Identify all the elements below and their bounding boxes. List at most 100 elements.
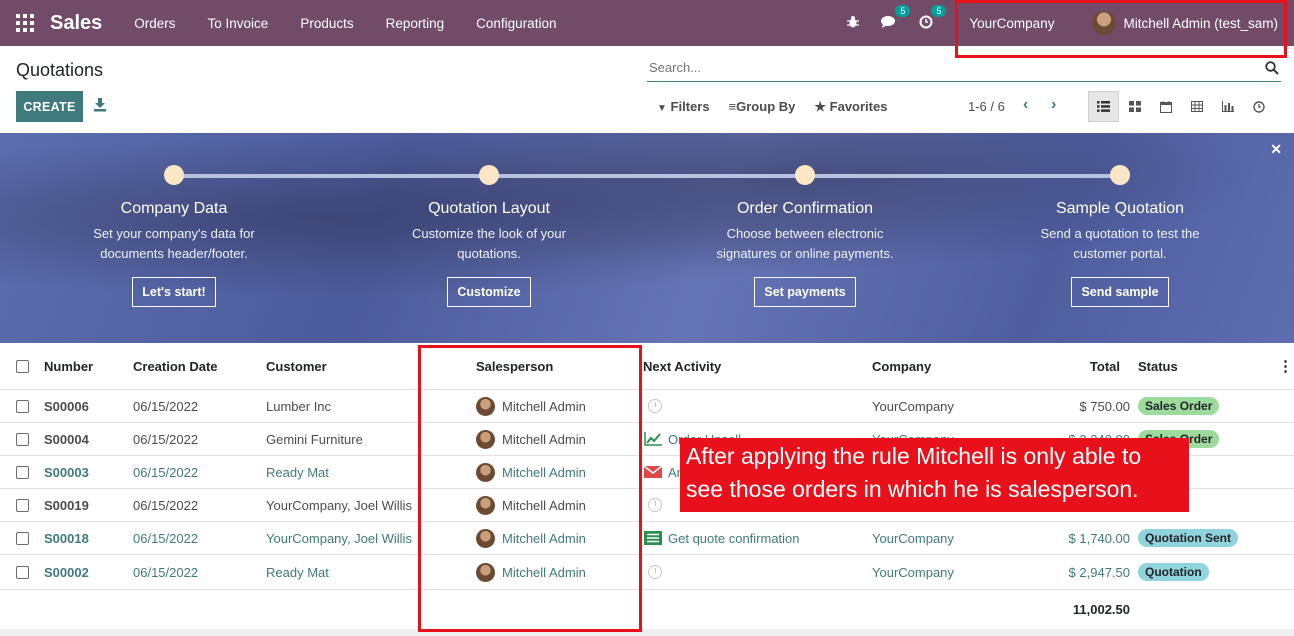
- menu-products[interactable]: Products: [300, 16, 353, 31]
- search-input[interactable]: [647, 55, 1247, 75]
- table-row[interactable]: S00018 06/15/2022 YourCompany, Joel Will…: [0, 521, 1294, 554]
- order-number: S00002: [44, 564, 89, 580]
- step-title: Sample Quotation: [1055, 200, 1185, 217]
- kanban-view-icon[interactable]: [1119, 91, 1150, 122]
- activity-view-icon[interactable]: [1243, 91, 1274, 122]
- step-description: Choose between electronic signatures or o…: [716, 226, 894, 261]
- column-customer[interactable]: Customer: [266, 343, 327, 389]
- next-activity[interactable]: [648, 555, 662, 589]
- column-creation-date[interactable]: Creation Date: [133, 343, 218, 389]
- onboarding-progress-line: [174, 174, 1120, 178]
- menu-reporting[interactable]: Reporting: [386, 16, 445, 31]
- column-next-activity[interactable]: Next Activity: [643, 343, 721, 389]
- order-number: S00018: [44, 530, 89, 546]
- filters-button[interactable]: ▼ Filters: [657, 99, 710, 115]
- row-checkbox[interactable]: [16, 399, 29, 413]
- column-number[interactable]: Number: [44, 343, 93, 389]
- column-status[interactable]: Status: [1138, 343, 1178, 389]
- creation-date: 06/15/2022: [133, 431, 199, 447]
- lets-start-button[interactable]: Let's start!: [132, 277, 216, 307]
- download-icon[interactable]: [94, 98, 106, 112]
- star-icon: ★: [814, 99, 827, 114]
- activity-clock-icon[interactable]: [648, 565, 662, 579]
- favorites-button[interactable]: ★ Favorites: [814, 99, 887, 115]
- page-title: Quotations: [16, 60, 104, 80]
- graph-view-icon[interactable]: [1212, 91, 1243, 122]
- pivot-view-icon[interactable]: [1181, 91, 1212, 122]
- activities-badge: 5: [931, 4, 947, 17]
- next-activity[interactable]: Get quote confirmation: [644, 522, 800, 554]
- onboarding-step-company-data: Company Data Set your company's data for…: [34, 163, 314, 307]
- pager-previous-icon[interactable]: ‹: [1023, 96, 1028, 114]
- filters-label: Filters: [670, 99, 710, 114]
- view-switcher: [1088, 91, 1274, 122]
- company: YourCompany: [872, 398, 954, 414]
- highlight-user-box: [955, 0, 1287, 58]
- next-activity[interactable]: [648, 390, 662, 422]
- company: YourCompany: [872, 530, 954, 546]
- list-view-icon[interactable]: [1088, 91, 1119, 122]
- status-badge: Quotation: [1138, 563, 1209, 581]
- app-name[interactable]: Sales: [50, 12, 102, 35]
- select-all-checkbox[interactable]: [16, 359, 29, 373]
- order-number: S00004: [44, 431, 89, 447]
- page-bottom-strip: [0, 629, 1294, 636]
- creation-date: 06/15/2022: [133, 464, 199, 480]
- table-row[interactable]: S00006 06/15/2022 Lumber Inc Mitchell Ad…: [0, 389, 1294, 422]
- step-dot: [164, 165, 184, 185]
- document-lines-icon: [644, 531, 662, 545]
- row-checkbox[interactable]: [16, 498, 29, 512]
- activity-clock-icon[interactable]: [648, 498, 662, 512]
- menu-orders[interactable]: Orders: [134, 16, 175, 31]
- column-company[interactable]: Company: [872, 343, 931, 389]
- customer: YourCompany, Joel Willis: [266, 530, 412, 546]
- optional-columns-icon[interactable]: ⋮: [1278, 343, 1293, 389]
- messages-icon[interactable]: 5: [881, 5, 911, 31]
- step-description: Send a quotation to test the customer por…: [1040, 226, 1200, 261]
- highlight-salesperson-column: [418, 345, 642, 632]
- creation-date: 06/15/2022: [133, 398, 199, 414]
- step-dot: [795, 165, 815, 185]
- messages-badge: 5: [895, 5, 911, 17]
- debug-bug-icon[interactable]: [847, 15, 860, 31]
- company: YourCompany: [872, 564, 954, 580]
- step-dot: [1110, 165, 1130, 185]
- calendar-view-icon[interactable]: [1150, 91, 1181, 122]
- activity-clock-icon[interactable]: [648, 399, 662, 413]
- column-total[interactable]: Total: [1060, 343, 1120, 389]
- pager-next-icon[interactable]: ›: [1051, 96, 1056, 114]
- set-payments-button[interactable]: Set payments: [754, 277, 856, 307]
- close-banner-icon[interactable]: ✕: [1270, 141, 1282, 158]
- search-icon[interactable]: [1265, 61, 1279, 75]
- table-row[interactable]: S00002 06/15/2022 Ready Mat Mitchell Adm…: [0, 554, 1294, 589]
- annotation-line-1: After applying the rule Mitchell is only…: [686, 443, 1142, 469]
- customize-button[interactable]: Customize: [447, 277, 531, 307]
- group-by-label: Group By: [736, 99, 796, 114]
- grand-total: 11,002.50: [1072, 602, 1130, 617]
- menu-configuration[interactable]: Configuration: [476, 16, 556, 31]
- order-number: S00019: [44, 497, 89, 513]
- group-by-button[interactable]: ≡Group By: [729, 99, 796, 115]
- status: Sales Order: [1138, 390, 1220, 422]
- row-checkbox[interactable]: [16, 432, 29, 446]
- activities-clock-icon[interactable]: 5: [919, 4, 947, 32]
- row-checkbox[interactable]: [16, 465, 29, 479]
- annotation-callout: After applying the rule Mitchell is only…: [680, 438, 1189, 512]
- email-icon: [644, 465, 662, 478]
- total: $ 750.00: [1079, 398, 1130, 414]
- customer: YourCompany, Joel Willis: [266, 497, 412, 513]
- next-activity[interactable]: [648, 489, 662, 521]
- row-checkbox[interactable]: [16, 565, 29, 579]
- onboarding-step-sample-quotation: Sample Quotation Send a quotation to tes…: [980, 163, 1260, 307]
- row-checkbox[interactable]: [16, 531, 29, 545]
- menu-to-invoice[interactable]: To Invoice: [208, 16, 269, 31]
- step-title: Order Confirmation: [736, 200, 874, 217]
- select-all-cell: [16, 343, 29, 389]
- favorites-label: Favorites: [829, 99, 888, 114]
- apps-menu-icon[interactable]: [16, 14, 34, 32]
- next-activity[interactable]: Ar: [644, 456, 681, 488]
- create-button[interactable]: CREATE: [16, 91, 83, 122]
- pager-value[interactable]: 1-6 / 6: [968, 99, 1005, 114]
- table-header: Number Creation Date Customer Salesperso…: [0, 343, 1294, 389]
- send-sample-button[interactable]: Send sample: [1071, 277, 1169, 307]
